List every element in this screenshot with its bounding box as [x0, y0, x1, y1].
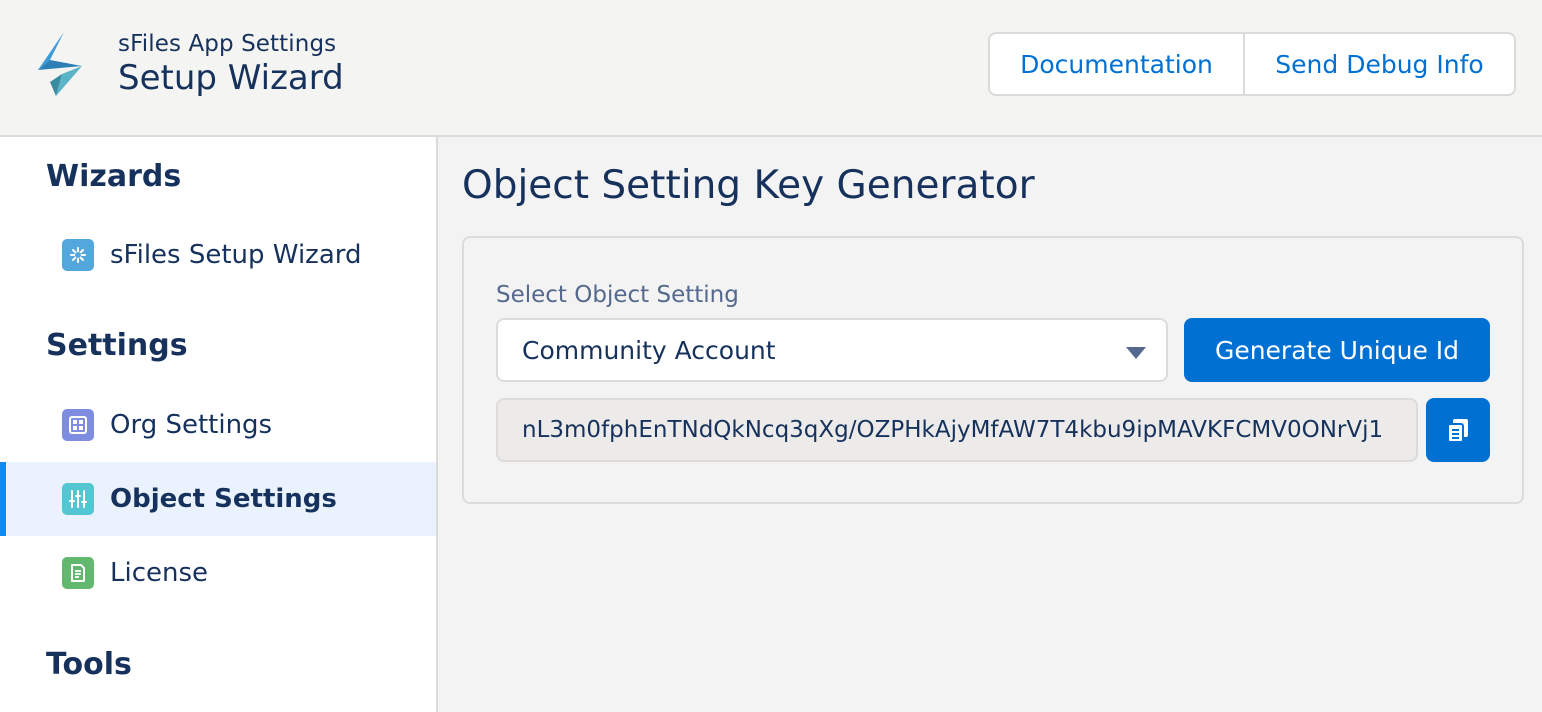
section-heading-settings: Settings	[46, 328, 188, 363]
org-settings-icon	[62, 409, 94, 441]
sidebar-item-org-settings[interactable]: Org Settings	[0, 388, 436, 462]
app-title: Setup Wizard	[118, 58, 344, 98]
send-debug-info-button[interactable]: Send Debug Info	[1245, 34, 1514, 94]
sidebar-item-label: Object Settings	[110, 484, 337, 514]
sidebar-item-license[interactable]: License	[0, 536, 436, 610]
sidebar: Wizards sFiles Setup Wizard Settings Org…	[0, 137, 438, 712]
section-heading-tools: Tools	[46, 647, 132, 682]
sfiles-logo-icon	[38, 32, 82, 96]
app-subtitle: sFiles App Settings	[118, 31, 337, 57]
select-object-setting-label: Select Object Setting	[496, 282, 739, 308]
copy-button[interactable]	[1426, 398, 1490, 462]
select-value: Community Account	[522, 335, 776, 365]
generated-key-field[interactable]: nL3m0fphEnTNdQkNcq3qXg/OZPHkAjyMfAW7T4kb…	[496, 398, 1418, 462]
sidebar-item-object-settings[interactable]: Object Settings	[0, 462, 436, 536]
object-setting-select[interactable]: Community Account	[496, 318, 1168, 382]
object-settings-icon	[62, 483, 94, 515]
documentation-button[interactable]: Documentation	[990, 34, 1245, 94]
page-title: Object Setting Key Generator	[462, 163, 1035, 208]
generate-unique-id-button[interactable]: Generate Unique Id	[1184, 318, 1490, 382]
header-button-group: Documentation Send Debug Info	[988, 32, 1516, 96]
chevron-down-icon	[1126, 347, 1146, 359]
license-icon	[62, 557, 94, 589]
sidebar-item-label: sFiles Setup Wizard	[110, 240, 362, 270]
sidebar-item-sfiles-setup-wizard[interactable]: sFiles Setup Wizard	[0, 218, 436, 292]
sidebar-item-label: License	[110, 558, 209, 588]
copy-icon	[1447, 419, 1468, 443]
sidebar-item-label: Org Settings	[110, 410, 273, 440]
app-header: sFiles App Settings Setup Wizard Documen…	[0, 0, 1542, 137]
setup-wizard-icon	[62, 239, 94, 271]
section-heading-wizards: Wizards	[46, 159, 182, 194]
